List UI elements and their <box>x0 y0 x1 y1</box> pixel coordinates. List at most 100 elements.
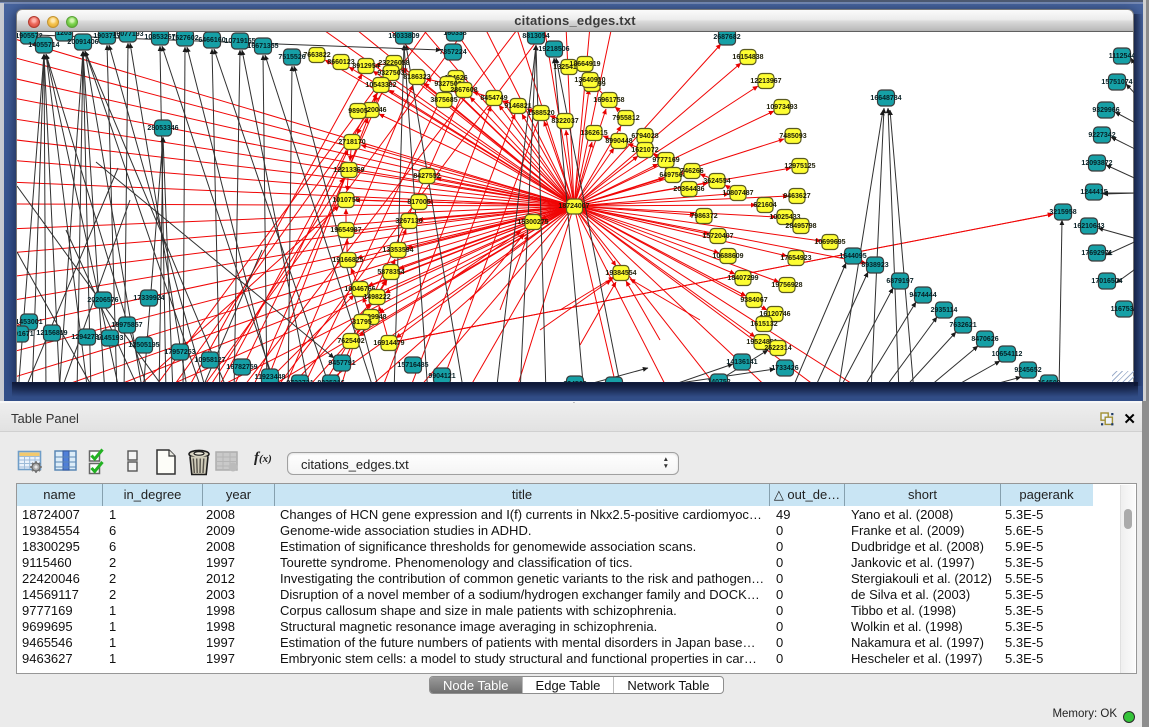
svg-text:1112544: 1112544 <box>1109 53 1134 60</box>
svg-text:1391671: 1391671 <box>17 331 34 338</box>
svg-text:2867608: 2867608 <box>450 87 477 94</box>
svg-text:7986372: 7986372 <box>690 213 717 220</box>
svg-text:15300275: 15300275 <box>517 219 548 226</box>
svg-text:1203: 1203 <box>56 32 72 37</box>
svg-text:6794028: 6794028 <box>631 133 658 140</box>
svg-text:15716485: 15716485 <box>397 362 428 369</box>
svg-text:18664919: 18664919 <box>569 61 600 68</box>
svg-text:1733426: 1733426 <box>771 365 798 372</box>
svg-text:1644095: 1644095 <box>839 253 866 260</box>
svg-text:20364436: 20364436 <box>673 186 704 193</box>
svg-text:7632621: 7632621 <box>949 322 976 329</box>
svg-text:8938923: 8938923 <box>861 262 888 269</box>
svg-text:817005: 817005 <box>407 199 430 206</box>
svg-text:16648784: 16648784 <box>870 95 901 102</box>
svg-text:9904121: 9904121 <box>428 373 455 380</box>
svg-text:10958127: 10958127 <box>194 357 225 364</box>
svg-text:7857224: 7857224 <box>439 49 466 56</box>
svg-text:18724007: 18724007 <box>558 203 589 210</box>
svg-text:12213369: 12213369 <box>333 167 364 174</box>
svg-text:9457791: 9457791 <box>328 360 355 367</box>
svg-text:31795: 31795 <box>352 319 372 326</box>
svg-text:8454749: 8454749 <box>480 95 507 102</box>
svg-text:19384554: 19384554 <box>605 270 636 277</box>
svg-text:19654987: 19654987 <box>330 227 361 234</box>
svg-text:1010755: 1010755 <box>332 197 359 204</box>
svg-text:9329966: 9329966 <box>1092 107 1119 114</box>
svg-text:8912954: 8912954 <box>352 63 379 70</box>
svg-text:10688609: 10688609 <box>712 253 743 260</box>
svg-text:20206576: 20206576 <box>87 297 118 304</box>
svg-text:12213967: 12213967 <box>750 78 781 85</box>
svg-text:17957253: 17957253 <box>164 349 195 356</box>
svg-text:9245652: 9245652 <box>1014 367 1041 374</box>
svg-text:16961758: 16961758 <box>593 97 624 104</box>
svg-text:17016504: 17016504 <box>1091 278 1122 285</box>
svg-text:746266: 746266 <box>680 168 703 175</box>
svg-text:16154838: 16154838 <box>732 54 763 61</box>
svg-text:9463627: 9463627 <box>783 193 810 200</box>
svg-text:16671355: 16671355 <box>247 43 278 50</box>
svg-text:10973493: 10973493 <box>766 104 797 111</box>
svg-text:10807487: 10807487 <box>722 190 753 197</box>
svg-text:1453001: 1453001 <box>17 319 43 326</box>
svg-text:8990448: 8990448 <box>605 138 632 145</box>
svg-text:8186323: 8186323 <box>403 74 430 81</box>
svg-text:2687682: 2687682 <box>713 34 740 41</box>
svg-text:2522314: 2522314 <box>764 345 791 352</box>
svg-text:18407299: 18407299 <box>727 275 758 282</box>
svg-text:15751074: 15751074 <box>1101 79 1132 86</box>
svg-text:19166825: 19166825 <box>332 257 363 264</box>
svg-text:10975857: 10975857 <box>111 322 142 329</box>
svg-text:10543382: 10543382 <box>365 82 396 89</box>
svg-text:8470626: 8470626 <box>971 336 998 343</box>
svg-text:1145193: 1145193 <box>97 335 124 342</box>
svg-text:1621072: 1621072 <box>631 147 658 154</box>
svg-text:12505195: 12505195 <box>128 342 159 349</box>
svg-text:8813054: 8813054 <box>522 33 549 40</box>
svg-text:7663822: 7663822 <box>303 52 330 59</box>
svg-text:9146821: 9146821 <box>504 103 531 110</box>
svg-text:11923448: 11923448 <box>255 374 286 381</box>
svg-text:1244415: 1244415 <box>1080 189 1107 196</box>
svg-text:9777169: 9777169 <box>652 157 679 164</box>
svg-text:8322037: 8322037 <box>551 118 578 125</box>
svg-text:12093872: 12093872 <box>1081 160 1112 167</box>
svg-text:621604: 621604 <box>753 202 776 209</box>
svg-text:8427552: 8427552 <box>413 173 440 180</box>
svg-text:9384067: 9384067 <box>740 297 767 304</box>
svg-text:2935114: 2935114 <box>931 307 958 314</box>
svg-text:1527602: 1527602 <box>171 35 198 42</box>
svg-text:3624554: 3624554 <box>703 178 730 185</box>
svg-text:17692971: 17692971 <box>1081 250 1112 257</box>
svg-text:3875685: 3875685 <box>430 97 457 104</box>
svg-text:10654112: 10654112 <box>992 351 1023 358</box>
svg-text:13640910: 13640910 <box>574 77 605 84</box>
svg-text:17654923: 17654923 <box>780 255 811 262</box>
svg-text:6466160: 6466160 <box>198 37 225 44</box>
svg-text:28495798: 28495798 <box>785 223 816 230</box>
svg-text:5878354: 5878354 <box>377 269 404 276</box>
svg-text:3215958: 3215958 <box>1049 209 1076 216</box>
svg-text:20091406: 20091406 <box>67 39 98 46</box>
svg-text:1615132: 1615132 <box>750 321 777 328</box>
svg-text:1362615: 1362615 <box>580 130 607 137</box>
svg-text:16210643: 16210643 <box>1073 223 1104 230</box>
svg-text:7625402: 7625402 <box>337 338 364 345</box>
svg-text:17339924: 17339924 <box>133 295 164 302</box>
svg-text:7955812: 7955812 <box>612 115 639 122</box>
svg-text:15720407: 15720407 <box>702 233 733 240</box>
svg-text:3267130: 3267130 <box>395 218 422 225</box>
svg-text:9327503: 9327503 <box>377 70 404 77</box>
svg-text:19756928: 19756928 <box>771 282 802 289</box>
svg-text:14055714: 14055714 <box>28 42 59 49</box>
svg-text:9227342: 9227342 <box>1088 132 1115 139</box>
svg-text:12975125: 12975125 <box>784 163 815 170</box>
svg-text:16033809: 16033809 <box>388 33 419 40</box>
svg-text:28053346: 28053346 <box>147 125 178 132</box>
svg-text:8660123: 8660123 <box>327 59 354 66</box>
svg-text:13353594: 13353594 <box>382 247 413 254</box>
svg-text:10077193: 10077193 <box>112 32 143 38</box>
svg-text:7485093: 7485093 <box>779 133 806 140</box>
svg-text:2718170: 2718170 <box>338 139 365 146</box>
